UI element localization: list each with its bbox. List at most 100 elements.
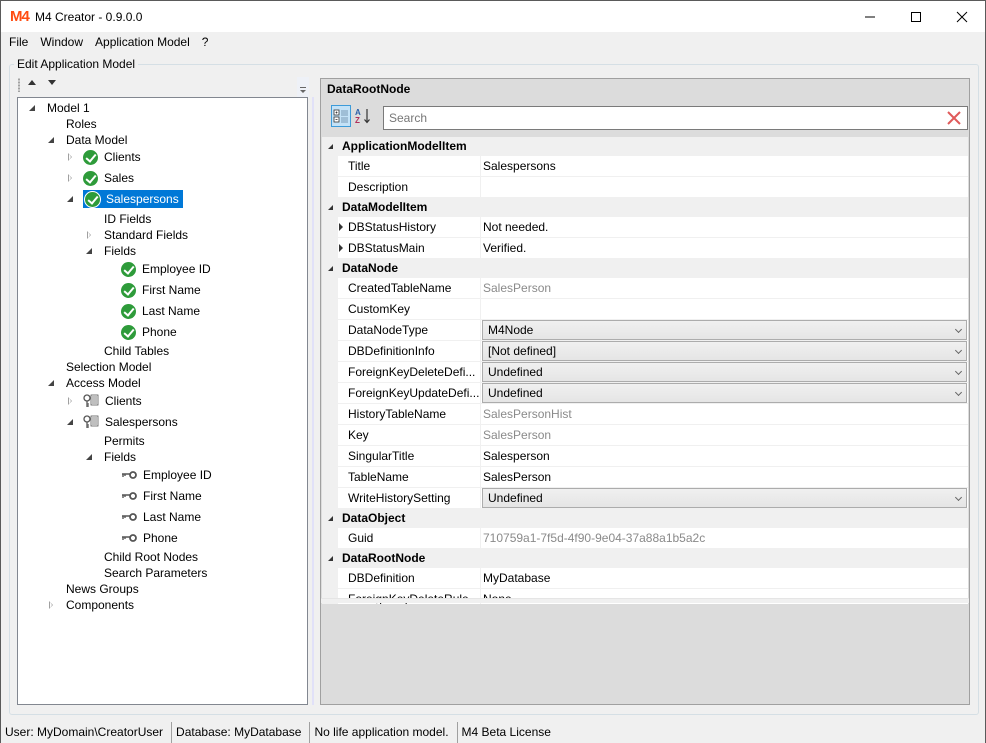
property-name: Key (338, 425, 481, 446)
collapsed-arrow-icon[interactable] (65, 396, 75, 406)
property-value[interactable]: M4Node (481, 320, 968, 341)
property-category[interactable]: DataModelItem (322, 198, 968, 217)
tree-item[interactable]: Employee ID (103, 466, 214, 484)
property-dropdown[interactable]: Undefined (482, 362, 967, 382)
close-icon (956, 11, 968, 22)
collapsed-arrow-icon[interactable] (84, 230, 94, 240)
minimize-button[interactable] (847, 1, 893, 32)
categorized-view-button[interactable] (331, 105, 351, 127)
categorized-icon (333, 109, 348, 123)
property-row[interactable]: DBDefinition MyDatabase (322, 568, 968, 589)
tree-item-selected[interactable]: Salespersons (65, 190, 185, 208)
expanded-arrow-icon[interactable] (84, 452, 94, 462)
property-row[interactable]: HistoryTableName SalesPersonHist (322, 404, 968, 425)
property-value[interactable]: SalesPerson (481, 467, 968, 488)
tree-item[interactable]: First Name (103, 487, 204, 505)
menu-window[interactable]: Window (34, 32, 89, 52)
tree-item[interactable]: Clients (65, 148, 143, 166)
property-value[interactable]: MyDatabase (481, 568, 968, 589)
category-expanded-icon[interactable] (328, 556, 333, 561)
collapsed-arrow-icon[interactable] (65, 152, 75, 162)
tree-item[interactable]: Fields (84, 448, 138, 466)
tree-item[interactable]: Employee ID (103, 260, 213, 278)
tree-item[interactable]: Phone (103, 323, 179, 341)
property-row[interactable]: DBDefinitionInfo [Not defined] (322, 341, 968, 362)
tree-item[interactable]: Access Model (46, 374, 143, 392)
close-button[interactable] (939, 1, 985, 32)
collapsed-arrow-icon[interactable] (65, 173, 75, 183)
property-value[interactable]: [Not defined] (481, 341, 968, 362)
property-dropdown[interactable]: [Not defined] (482, 341, 967, 361)
tree-item[interactable]: Last Name (103, 302, 202, 320)
toolbar-grip-icon[interactable] (18, 78, 20, 92)
expanded-arrow-icon[interactable] (46, 135, 56, 145)
collapsed-arrow-icon[interactable] (46, 600, 56, 610)
tree-item[interactable]: First Name (103, 281, 203, 299)
property-category[interactable]: ApplicationModelItem (322, 137, 968, 156)
property-name-text: ForeignKeyDeleteDefi... (348, 365, 476, 379)
tree-item[interactable]: Phone (103, 529, 180, 547)
property-value[interactable]: Salespersons (481, 156, 968, 177)
application-model-tree[interactable]: Model 1 Roles Data Model Clients Sales Salesp… (17, 97, 308, 705)
tree-item[interactable]: Data Model (46, 131, 129, 149)
tree-item[interactable]: Last Name (103, 508, 203, 526)
property-category[interactable]: DataNode (322, 259, 968, 278)
property-row[interactable]: CustomKey (322, 299, 968, 320)
property-row[interactable]: WriteHistorySetting Undefined (322, 488, 968, 509)
expanded-arrow-icon[interactable] (46, 378, 56, 388)
menu-application-model[interactable]: Application Model (89, 32, 196, 52)
property-row[interactable]: Key SalesPerson (322, 425, 968, 446)
category-expanded-icon[interactable] (328, 266, 333, 271)
maximize-button[interactable] (893, 1, 939, 32)
tree-item[interactable]: Clients (65, 392, 144, 410)
property-value[interactable]: Salesperson (481, 446, 968, 467)
alphabetical-view-button[interactable]: A Z (353, 105, 373, 127)
clear-search-icon[interactable] (946, 110, 962, 126)
description-splitter[interactable] (321, 598, 969, 603)
property-value[interactable]: Undefined (481, 383, 968, 404)
tree-item[interactable]: Salespersons (65, 413, 180, 431)
property-row[interactable]: ForeignKeyUpdateDefi... Undefined (322, 383, 968, 404)
property-collapsed-icon[interactable] (339, 244, 343, 252)
property-row[interactable]: DBStatusHistory Not needed. (322, 217, 968, 238)
property-value[interactable]: Not needed. (481, 217, 968, 238)
expanded-arrow-icon[interactable] (27, 103, 37, 113)
property-row[interactable]: DataNodeType M4Node (322, 320, 968, 341)
property-category[interactable]: DataObject (322, 509, 968, 528)
property-row[interactable]: Title Salespersons (322, 156, 968, 177)
tree-item[interactable]: Sales (65, 169, 136, 187)
expanded-arrow-icon[interactable] (65, 194, 75, 204)
property-value[interactable]: Verified. (481, 238, 968, 259)
category-expanded-icon[interactable] (328, 144, 333, 149)
property-row[interactable]: DBStatusMain Verified. (322, 238, 968, 259)
property-dropdown[interactable]: M4Node (482, 320, 967, 340)
property-category[interactable]: DataRootNode (322, 549, 968, 568)
property-dropdown[interactable]: Undefined (482, 383, 967, 403)
property-value[interactable]: Undefined (481, 362, 968, 383)
toolbar-overflow-button[interactable] (297, 77, 309, 99)
menu-help[interactable]: ? (196, 32, 215, 52)
property-value[interactable]: Undefined (481, 488, 968, 509)
property-row[interactable]: SingularTitle Salesperson (322, 446, 968, 467)
property-row[interactable]: ForeignKeyDeleteDefi... Undefined (322, 362, 968, 383)
property-value[interactable] (481, 299, 968, 320)
property-row[interactable]: TableName SalesPerson (322, 467, 968, 488)
expanded-arrow-icon[interactable] (65, 417, 75, 427)
access-key-list-icon (83, 394, 99, 408)
property-value[interactable] (481, 177, 968, 198)
tree-item[interactable]: Components (46, 596, 136, 614)
menu-file[interactable]: File (3, 32, 34, 52)
category-expanded-icon[interactable] (328, 516, 333, 521)
property-search-input[interactable] (387, 108, 927, 128)
property-collapsed-icon[interactable] (339, 223, 343, 231)
property-row[interactable]: CreatedTableName SalesPerson (322, 278, 968, 299)
property-row[interactable]: Guid 710759a1-7f5d-4f90-9e04-37a88a1b5a2c (322, 528, 968, 549)
panel-splitter[interactable] (312, 97, 314, 705)
move-down-button[interactable] (48, 80, 56, 85)
expanded-arrow-icon[interactable] (84, 246, 94, 256)
property-row[interactable]: Description (322, 177, 968, 198)
property-dropdown[interactable]: Undefined (482, 488, 967, 508)
move-up-button[interactable] (28, 80, 36, 85)
tree-item[interactable]: Fields (84, 242, 138, 260)
category-expanded-icon[interactable] (328, 205, 333, 210)
